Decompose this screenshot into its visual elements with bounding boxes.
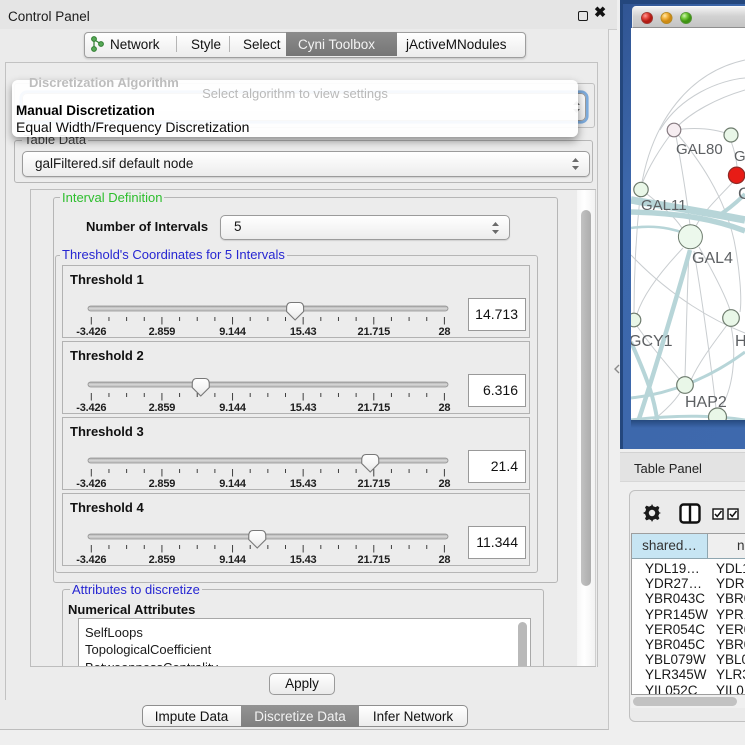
svg-text:GAL4: GAL4 [692, 250, 733, 267]
svg-text:H: H [735, 333, 745, 350]
svg-text:GA: GA [734, 148, 745, 165]
svg-text:HAP2: HAP2 [685, 394, 727, 411]
svg-text:GAL80: GAL80 [676, 141, 723, 158]
svg-text:C: C [738, 184, 745, 203]
svg-text:GCY1: GCY1 [631, 333, 673, 350]
svg-text:GAL11: GAL11 [641, 197, 687, 214]
